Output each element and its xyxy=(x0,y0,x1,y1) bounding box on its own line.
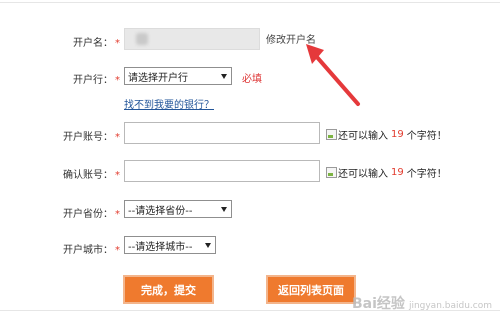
watermark-text: Bai经验 xyxy=(352,296,405,312)
account-name-label-text: 开户名： xyxy=(73,38,113,49)
city-select-value: --请选择城市-- xyxy=(128,241,193,253)
redacted-blur xyxy=(136,33,148,45)
province-label-text: 开户省份： xyxy=(63,209,113,220)
bank-required-note: 必填 xyxy=(242,74,262,85)
annotation-arrow xyxy=(306,44,360,106)
back-to-list-button[interactable]: 返回列表页面 xyxy=(266,275,356,304)
city-select[interactable]: --请选择城市-- xyxy=(124,236,216,254)
bank-help-link[interactable]: 找不到我要的银行？ xyxy=(124,96,214,111)
hint-suffix: 个字符！ xyxy=(406,169,447,180)
submit-button[interactable]: 完成，提交 xyxy=(123,275,214,304)
confirm-number-input[interactable] xyxy=(124,160,320,182)
required-mark: * xyxy=(115,209,120,220)
watermark-logo: Bai经验 jingyan.baidu.com xyxy=(352,293,492,313)
required-mark: * xyxy=(115,245,120,256)
account-number-label-text: 开户账号： xyxy=(63,132,113,143)
province-label: 开户省份： * xyxy=(40,205,122,220)
chevron-down-icon xyxy=(221,207,227,212)
confirm-number-label: 确认账号： * xyxy=(40,166,122,181)
bank-label: 开户行： * xyxy=(40,71,122,86)
province-select-value: --请选择省份-- xyxy=(128,205,193,217)
confirm-number-hint: 还可以输入 19 个字符！ xyxy=(326,165,447,180)
account-number-label: 开户账号： * xyxy=(40,128,122,143)
chevron-down-icon xyxy=(221,74,227,79)
broken-image-icon xyxy=(326,167,337,178)
city-label-text: 开户城市： xyxy=(63,245,113,256)
account-number-hint: 还可以输入 19 个字符！ xyxy=(326,127,447,142)
bank-select[interactable]: 请选择开户行 xyxy=(124,67,232,85)
province-select[interactable]: --请选择省份-- xyxy=(124,200,232,218)
hint-count: 19 xyxy=(391,129,404,140)
bank-label-text: 开户行： xyxy=(73,75,113,86)
required-mark: * xyxy=(115,38,120,49)
chevron-down-icon xyxy=(205,243,211,248)
city-label: 开户城市： * xyxy=(40,241,122,256)
confirm-number-label-text: 确认账号： xyxy=(63,170,113,181)
bank-select-value: 请选择开户行 xyxy=(128,72,188,84)
hint-prefix: 还可以输入 xyxy=(338,131,388,142)
hint-count: 19 xyxy=(391,167,404,178)
account-name-label: 开户名： * xyxy=(40,34,122,49)
required-mark: * xyxy=(115,132,120,143)
hint-prefix: 还可以输入 xyxy=(338,169,388,180)
broken-image-icon xyxy=(326,129,337,140)
account-number-input[interactable] xyxy=(124,122,320,144)
required-mark: * xyxy=(115,75,120,86)
frame-top-border xyxy=(0,2,500,3)
hint-suffix: 个字符！ xyxy=(406,131,447,142)
watermark-subtext: jingyan.baidu.com xyxy=(408,301,492,311)
required-mark: * xyxy=(115,170,120,181)
